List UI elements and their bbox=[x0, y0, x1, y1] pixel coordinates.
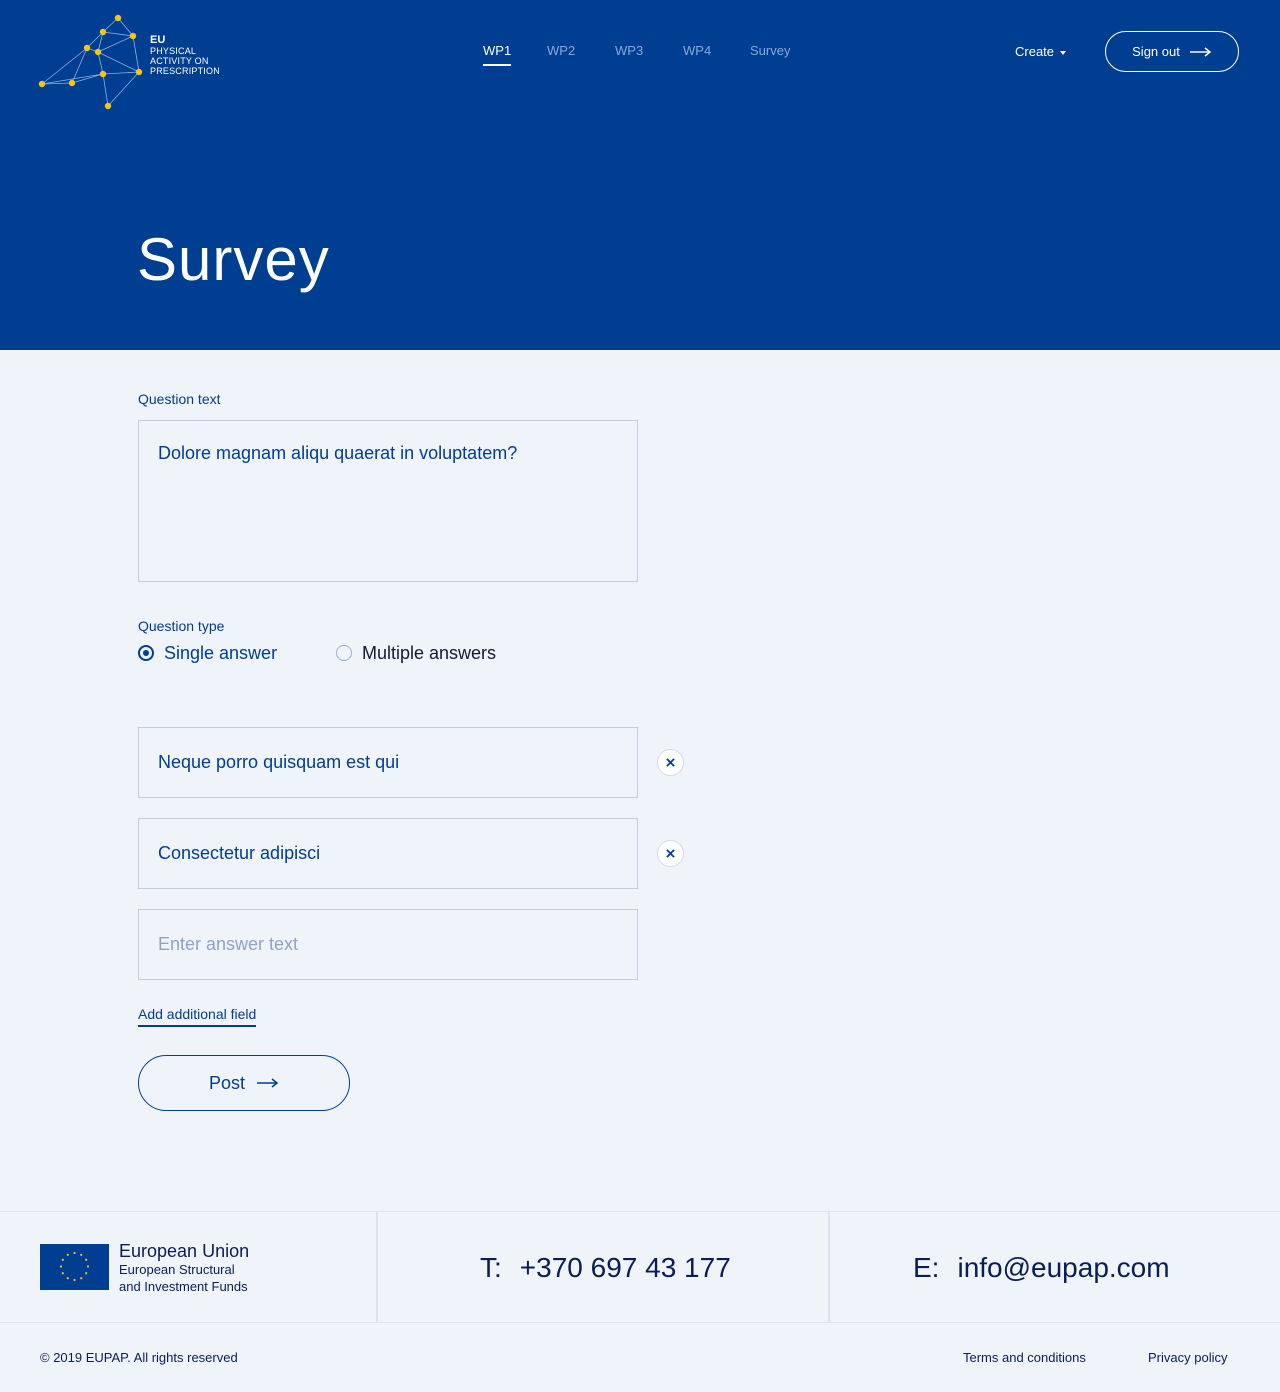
privacy-link[interactable]: Privacy policy bbox=[1148, 1350, 1227, 1365]
radio-multiple-answers[interactable]: Multiple answers bbox=[336, 643, 496, 664]
phone-contact[interactable]: T: +370 697 43 177 bbox=[480, 1252, 731, 1284]
nav-item-wp1[interactable]: WP1 bbox=[483, 43, 512, 66]
answer-input[interactable] bbox=[138, 818, 638, 889]
answer-input[interactable] bbox=[138, 727, 638, 798]
footer-divider bbox=[376, 1212, 378, 1322]
hero-header: EU PHYSICAL ACTIVITY ON PRESCRIPTION WP1… bbox=[0, 0, 1280, 350]
radio-single-answer[interactable]: Single answer bbox=[138, 643, 277, 664]
footer-contacts: European Union European Structural and I… bbox=[0, 1211, 1280, 1323]
arrow-right-icon bbox=[1189, 46, 1212, 57]
remove-answer-button[interactable] bbox=[657, 749, 684, 776]
email-prefix: E: bbox=[913, 1252, 940, 1283]
logo-text: EU PHYSICAL ACTIVITY ON PRESCRIPTION bbox=[150, 34, 220, 77]
close-icon bbox=[666, 849, 675, 858]
email-contact[interactable]: E: info@eupap.com bbox=[913, 1252, 1170, 1284]
post-label: Post bbox=[208, 1072, 246, 1093]
sign-out-label: Sign out bbox=[1132, 44, 1180, 59]
eu-sub-line: and Investment Funds bbox=[119, 1279, 248, 1294]
add-additional-field-link[interactable]: Add additional field bbox=[138, 1006, 257, 1027]
nav-item-wp4[interactable]: WP4 bbox=[683, 43, 711, 58]
create-dropdown[interactable]: Create bbox=[1015, 44, 1067, 59]
nav-item-wp2[interactable]: WP2 bbox=[547, 43, 575, 58]
radio-label: Multiple answers bbox=[362, 642, 497, 663]
logo-line: ACTIVITY ON bbox=[150, 56, 209, 66]
radio-unchecked-icon bbox=[336, 645, 352, 661]
nav-item-wp3[interactable]: WP3 bbox=[615, 43, 643, 58]
caret-down-icon bbox=[1060, 50, 1067, 55]
eu-sub-line: European Structural bbox=[119, 1262, 235, 1277]
post-button[interactable]: Post bbox=[138, 1055, 350, 1111]
terms-link[interactable]: Terms and conditions bbox=[963, 1350, 1086, 1365]
page-title: Survey bbox=[137, 226, 330, 293]
question-text-input[interactable]: Dolore magnam aliqu quaerat in voluptate… bbox=[138, 420, 638, 582]
sign-out-button[interactable]: Sign out bbox=[1105, 31, 1239, 72]
eu-flag-icon bbox=[40, 1244, 109, 1290]
close-icon bbox=[666, 758, 675, 767]
phone-number: +370 697 43 177 bbox=[519, 1252, 731, 1283]
create-label: Create bbox=[1015, 44, 1055, 59]
radio-label: Single answer bbox=[164, 642, 278, 663]
footer-divider bbox=[828, 1212, 830, 1322]
new-answer-input[interactable] bbox=[138, 909, 638, 980]
nav-item-survey[interactable]: Survey bbox=[750, 43, 790, 58]
email-address: info@eupap.com bbox=[957, 1252, 1170, 1283]
question-type-label: Question type bbox=[138, 618, 225, 634]
remove-answer-button[interactable] bbox=[657, 840, 684, 867]
arrow-right-icon bbox=[257, 1078, 279, 1088]
logo-line: PRESCRIPTION bbox=[150, 66, 220, 76]
question-text-label: Question text bbox=[138, 391, 221, 407]
eu-funds-text: European Structural and Investment Funds bbox=[119, 1261, 248, 1295]
logo-line: PHYSICAL bbox=[150, 46, 197, 56]
eu-name: European Union bbox=[119, 1241, 250, 1261]
copyright-text: © 2019 EUPAP. All rights reserved bbox=[40, 1350, 238, 1365]
logo-line: EU bbox=[150, 34, 166, 46]
radio-checked-icon bbox=[138, 645, 154, 661]
phone-prefix: T: bbox=[480, 1252, 502, 1283]
